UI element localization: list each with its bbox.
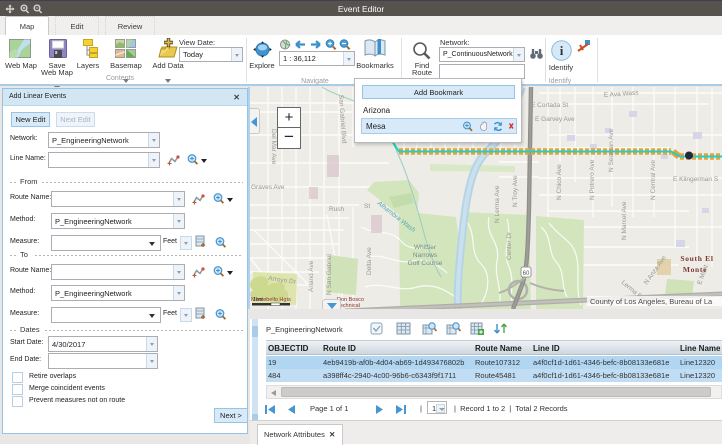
svg-text:Center Dr: Center Dr: [506, 231, 513, 260]
svg-text:Del Mar Ave: Del Mar Ave: [270, 129, 277, 165]
svg-text:E Cortada St: E Cortada St: [531, 102, 568, 109]
svg-text:N San Gabriel: N San Gabriel: [326, 254, 333, 295]
svg-text:Graves Ave: Graves Ave: [251, 184, 285, 191]
svg-text:N Potrero Ave: N Potrero Ave: [589, 159, 596, 200]
svg-text:St: St: [364, 203, 370, 210]
svg-text:South El: South El: [680, 254, 713, 263]
svg-text:County of Los Angeles, Bureau: County of Los Angeles, Bureau of La: [590, 297, 713, 306]
svg-text:N Chico Ave: N Chico Ave: [556, 164, 563, 200]
svg-text:Delta Ave: Delta Ave: [366, 247, 373, 275]
svg-text:Golf Course: Golf Course: [408, 260, 443, 267]
svg-text:i: i: [560, 43, 564, 58]
svg-text:N Troy Ave: N Troy Ave: [512, 175, 519, 207]
svg-text:N Marcel Ave: N Marcel Ave: [621, 201, 628, 240]
svg-text:1km: 1km: [253, 297, 262, 303]
svg-text:N Seaman Ave: N Seaman Ave: [608, 128, 615, 172]
svg-text:N Central Ave: N Central Ave: [650, 160, 657, 200]
svg-text:Whittier: Whittier: [414, 244, 437, 251]
svg-text:E Klingerman S: E Klingerman S: [673, 176, 719, 183]
svg-text:E Garvey Ave: E Garvey Ave: [535, 116, 575, 123]
svg-text:60: 60: [523, 271, 530, 277]
svg-text:Monte: Monte: [683, 265, 707, 274]
svg-text:N Lerma Ave: N Lerma Ave: [494, 185, 501, 223]
svg-text:Narrows: Narrows: [413, 252, 438, 259]
svg-text:Arland Ave: Arland Ave: [308, 260, 315, 292]
svg-text:Rush: Rush: [329, 206, 345, 213]
